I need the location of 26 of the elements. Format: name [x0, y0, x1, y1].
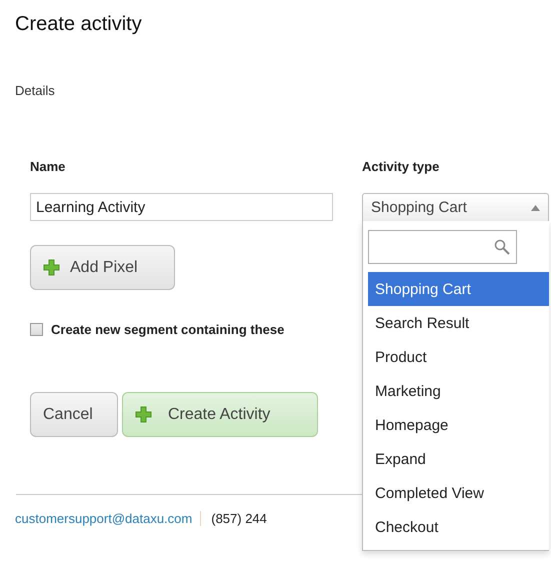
field-label: Name	[30, 159, 66, 175]
checkbox[interactable]	[30, 323, 43, 336]
activity-type-select[interactable]: Shopping Cart	[362, 193, 549, 221]
section-heading: Details	[15, 83, 55, 98]
dropdown-option[interactable]: Checkout	[368, 510, 549, 544]
email-link[interactable]: customersupport@dataxu.com	[15, 511, 202, 526]
create-activity-button[interactable]: Create Activity	[122, 392, 318, 437]
plus-icon	[135, 406, 152, 423]
caret-up-icon	[531, 204, 540, 210]
dropdown-option[interactable]: Product	[368, 340, 549, 374]
dropdown-option[interactable]: Shopping Cart	[368, 272, 549, 306]
search-field[interactable]	[368, 230, 517, 264]
checkbox-label: Create new segment containing these	[51, 322, 284, 337]
dropdown-option[interactable]: Search Result	[368, 306, 549, 340]
name-field[interactable]: Learning Activity	[30, 193, 333, 221]
dropdown-option[interactable]: Completed View	[368, 476, 549, 510]
dropdown-option[interactable]: Homepage	[368, 408, 549, 442]
page-title: Create activity	[15, 13, 142, 37]
dropdown-option[interactable]: Marketing	[368, 374, 549, 408]
search-icon	[494, 239, 510, 255]
cancel-button[interactable]: Cancel	[30, 392, 118, 437]
field-label: Activity type	[362, 159, 440, 175]
phone-number: (857) 244	[210, 511, 267, 526]
plus-icon	[43, 259, 60, 276]
add-pixel-button[interactable]: Add Pixel	[30, 245, 175, 290]
dropdown-option[interactable]: Expand	[368, 442, 549, 476]
